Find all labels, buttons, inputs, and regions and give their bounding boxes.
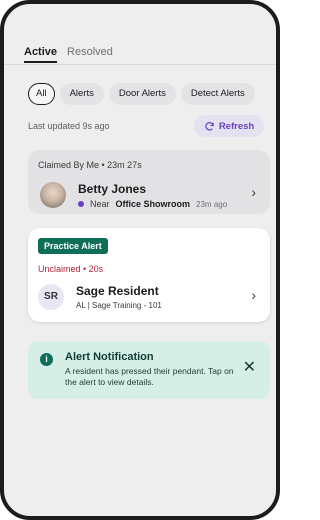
- filter-alerts[interactable]: Alerts: [59, 83, 104, 105]
- avatar: [40, 182, 66, 208]
- notification-title: Alert Notification: [65, 351, 154, 363]
- refresh-button[interactable]: Refresh: [194, 115, 264, 137]
- location-name: Office Showroom: [115, 199, 191, 209]
- resident-location: Near Office Showroom 23m ago: [78, 199, 227, 209]
- filter-detect-alerts[interactable]: Detect Alerts: [180, 83, 255, 105]
- resident-subtitle: AL | Sage Training - 101: [76, 301, 162, 310]
- resident-name: Betty Jones: [78, 182, 147, 196]
- filter-door-alerts[interactable]: Door Alerts: [108, 83, 176, 105]
- last-updated-text: Last updated 9s ago: [28, 121, 110, 131]
- chevron-right-icon: ›: [251, 184, 256, 200]
- phone-frame: Active Resolved All Alerts Door Alerts D…: [0, 0, 280, 520]
- filter-chips: All Alerts Door Alerts Detect Alerts: [28, 83, 255, 105]
- tab-bar: Active Resolved: [24, 46, 113, 63]
- resident-name: Sage Resident: [76, 284, 159, 298]
- tab-active[interactable]: Active: [24, 46, 58, 63]
- claimed-alert-card[interactable]: Claimed By Me • 23m 27s Betty Jones Near…: [28, 150, 270, 214]
- chevron-right-icon: ›: [251, 287, 256, 303]
- practice-alert-card[interactable]: Practice Alert Unclaimed • 20s SR Sage R…: [28, 228, 270, 322]
- tab-resolved[interactable]: Resolved: [67, 46, 113, 63]
- alert-notification-banner[interactable]: i Alert Notification A resident has pres…: [28, 341, 270, 399]
- alert-time: 23m ago: [196, 199, 228, 209]
- tab-divider: [4, 64, 276, 65]
- notification-body: A resident has pressed their pendant. Ta…: [65, 366, 234, 387]
- status-dot: [78, 201, 84, 207]
- location-prefix: Near: [90, 199, 110, 209]
- info-icon: i: [40, 353, 53, 366]
- refresh-icon: [205, 121, 214, 131]
- close-icon[interactable]: ✕: [243, 357, 256, 377]
- claimed-meta: Claimed By Me • 23m 27s: [38, 160, 142, 170]
- refresh-label: Refresh: [218, 120, 255, 132]
- avatar: SR: [38, 284, 64, 310]
- filter-all[interactable]: All: [28, 83, 55, 105]
- practice-badge: Practice Alert: [38, 238, 108, 254]
- unclaimed-status: Unclaimed • 20s: [38, 264, 104, 274]
